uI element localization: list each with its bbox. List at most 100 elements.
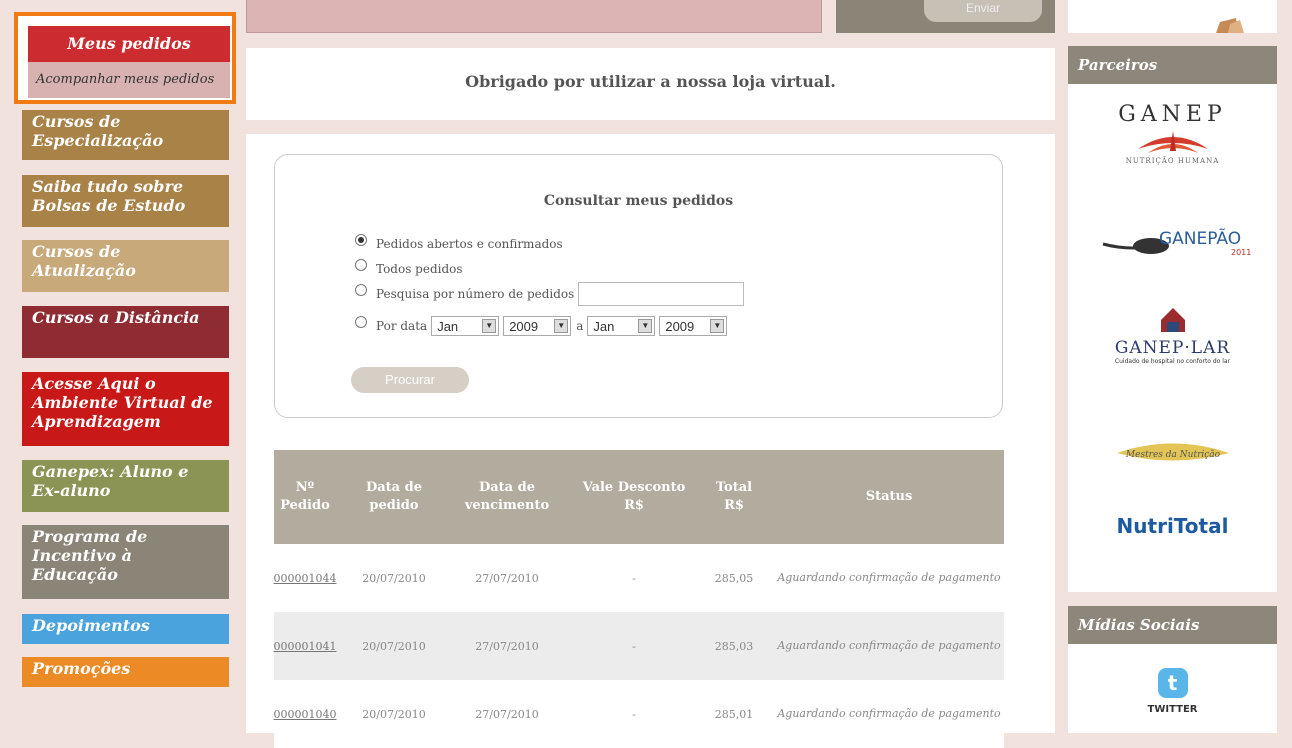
ganeplar-logo[interactable]: GANEP·LAR Cuidado de hospital no confort… bbox=[1068, 304, 1277, 365]
right-top-box bbox=[1068, 0, 1277, 33]
acompanhar-pedidos-link[interactable]: Acompanhar meus pedidos bbox=[28, 62, 230, 98]
nutritotal-logo[interactable]: NutriTotal bbox=[1068, 514, 1277, 538]
sidebar-item-1[interactable]: Saiba tudo sobre Bolsas de Estudo bbox=[22, 175, 229, 227]
sidebar-item-2[interactable]: Cursos de Atualização bbox=[22, 240, 229, 292]
cell-status: Aguardando confirmação de pagamento bbox=[777, 707, 1001, 720]
cell-date: 20/07/2010 bbox=[362, 571, 426, 585]
cell-status: Aguardando confirmação de pagamento bbox=[777, 639, 1001, 652]
partners-heading: Parceiros bbox=[1068, 46, 1277, 84]
option-label: Todos pedidos bbox=[376, 262, 463, 276]
ganeplar-sub: Cuidado de hospital no conforto do lar bbox=[1114, 358, 1231, 365]
to-month-select[interactable]: Jan ▼ bbox=[587, 316, 656, 336]
cell-discount: - bbox=[632, 707, 636, 721]
sidebar-item-8[interactable]: Promoções bbox=[22, 657, 229, 687]
option-label: Por data bbox=[376, 319, 428, 333]
to-year-value: 2009 bbox=[665, 318, 695, 334]
search-panel: Consultar meus pedidos Pedidos abertos e… bbox=[274, 154, 1003, 418]
cell-total: 285,01 bbox=[714, 707, 754, 721]
col-total: Total R$ bbox=[715, 480, 753, 513]
sidebar-item-6[interactable]: Programa de Incentivo à Educação bbox=[22, 525, 229, 599]
top-image-fragment bbox=[1216, 18, 1244, 33]
mestres-logo[interactable]: Mestres da Nutrição bbox=[1068, 438, 1277, 472]
from-month-value: Jan bbox=[437, 318, 459, 334]
sidebar-item-3[interactable]: Cursos a Distância bbox=[22, 306, 229, 358]
col-order-number: Nº Pedido bbox=[280, 480, 330, 513]
cell-total: 285,05 bbox=[714, 571, 754, 585]
cell-due: 27/07/2010 bbox=[475, 571, 539, 585]
table-row: 000001044 20/07/2010 27/07/2010 - 285,05 Agua… bbox=[274, 544, 1004, 612]
twitter-label: TWITTER bbox=[1147, 704, 1198, 715]
chevron-down-icon: ▼ bbox=[638, 319, 653, 333]
option-all-orders[interactable]: Todos pedidos bbox=[355, 258, 463, 280]
ganepao-text: GANEPÃO bbox=[1159, 227, 1241, 249]
col-status: Status bbox=[865, 489, 913, 504]
order-number-link[interactable]: 000001044 bbox=[274, 544, 337, 612]
option-label: Pesquisa por número de pedidos bbox=[376, 287, 575, 301]
col-order-date: Data de pedido bbox=[365, 480, 422, 513]
house-icon bbox=[1160, 308, 1185, 332]
sidebar-item-0[interactable]: Cursos de Especialização bbox=[22, 110, 229, 160]
main-content: Consultar meus pedidos Pedidos abertos e… bbox=[246, 134, 1055, 748]
thanks-box: Obrigado por utilizar a nossa loja virtu… bbox=[246, 48, 1055, 120]
ganep-logo-text: GANEP bbox=[1118, 102, 1227, 127]
col-discount: Vale Desconto R$ bbox=[582, 480, 686, 513]
social-heading: Mídias Sociais bbox=[1068, 606, 1277, 644]
table-row: 000001040 20/07/2010 27/07/2010 - 285,01 Agua… bbox=[274, 680, 1004, 748]
social-panel: Mídias Sociais t TWITTER bbox=[1068, 606, 1277, 733]
ganep-logo[interactable]: GANEP NUTRIÇÃO HUMANA bbox=[1068, 102, 1277, 165]
chevron-down-icon: ▼ bbox=[710, 319, 725, 333]
cell-date: 20/07/2010 bbox=[362, 639, 426, 653]
search-title: Consultar meus pedidos bbox=[543, 193, 734, 209]
from-year-select[interactable]: 2009 ▼ bbox=[503, 316, 572, 336]
ganep-sub: NUTRIÇÃO HUMANA bbox=[1125, 157, 1220, 165]
cell-due: 27/07/2010 bbox=[475, 639, 539, 653]
from-year-value: 2009 bbox=[509, 318, 539, 334]
chevron-down-icon: ▼ bbox=[554, 319, 569, 333]
sidebar-item-4[interactable]: Acesse Aqui o Ambiente Virtual de Aprend… bbox=[22, 372, 229, 446]
table-row: 000001041 20/07/2010 27/07/2010 - 285,03 Agua… bbox=[274, 612, 1004, 680]
cell-date: 20/07/2010 bbox=[362, 707, 426, 721]
cell-total: 285,03 bbox=[714, 639, 754, 653]
order-number-input[interactable] bbox=[578, 282, 745, 306]
from-month-select[interactable]: Jan ▼ bbox=[431, 316, 500, 336]
radio-open-orders[interactable] bbox=[355, 234, 367, 246]
ganeplar-text: GANEP·LAR bbox=[1114, 338, 1231, 358]
option-by-date[interactable]: Por data Jan ▼ 2009 ▼ a Jan ▼ 2009 ▼ bbox=[355, 315, 728, 337]
thanks-message: Obrigado por utilizar a nossa loja virtu… bbox=[465, 72, 836, 91]
sidebar-item-5[interactable]: Ganepex: Aluno e Ex-aluno bbox=[22, 460, 229, 512]
cell-discount: - bbox=[632, 639, 636, 653]
cell-discount: - bbox=[632, 571, 636, 585]
nutritotal-text: NutriTotal bbox=[1116, 514, 1229, 538]
ganepao-spoon-icon: GANEPÃO 2011 bbox=[1102, 227, 1251, 257]
option-open-orders[interactable]: Pedidos abertos e confirmados bbox=[355, 233, 563, 255]
top-pink-bar bbox=[246, 0, 822, 33]
twitter-icon: t bbox=[1157, 668, 1188, 698]
option-by-number[interactable]: Pesquisa por número de pedidos bbox=[355, 282, 745, 306]
radio-all-orders[interactable] bbox=[355, 259, 367, 271]
ganepao-logo[interactable]: GANEPÃO 2011 bbox=[1068, 222, 1277, 266]
order-number-link[interactable]: 000001040 bbox=[274, 680, 337, 748]
to-month-value: Jan bbox=[593, 318, 615, 334]
twitter-link[interactable]: t TWITTER bbox=[1068, 668, 1277, 715]
active-menu-box: Meus pedidos Acompanhar meus pedidos bbox=[14, 12, 236, 104]
table-header: Nº Pedido Data de pedido Data de vencime… bbox=[274, 450, 1004, 544]
option-label: Pedidos abertos e confirmados bbox=[376, 237, 563, 251]
sidebar-item-7[interactable]: Depoimentos bbox=[22, 614, 229, 644]
ganep-flower-icon bbox=[1137, 131, 1208, 153]
date-separator: a bbox=[576, 319, 584, 333]
order-number-link[interactable]: 000001041 bbox=[274, 612, 337, 680]
meus-pedidos-title[interactable]: Meus pedidos bbox=[28, 26, 230, 62]
partners-panel: Parceiros GANEP NUTRIÇÃO HUMANA GANEPÃO … bbox=[1068, 46, 1277, 592]
to-year-select[interactable]: 2009 ▼ bbox=[659, 316, 728, 336]
cell-status: Aguardando confirmação de pagamento bbox=[777, 571, 1001, 584]
send-button[interactable]: Enviar bbox=[924, 0, 1042, 22]
chevron-down-icon: ▼ bbox=[482, 319, 497, 333]
mestres-banner-icon: Mestres da Nutrição bbox=[1116, 443, 1229, 461]
search-button[interactable]: Procurar bbox=[351, 367, 469, 393]
mestres-text: Mestres da Nutrição bbox=[1124, 449, 1220, 460]
ganepao-year: 2011 bbox=[1231, 248, 1251, 257]
cell-due: 27/07/2010 bbox=[475, 707, 539, 721]
radio-by-number[interactable] bbox=[355, 284, 367, 296]
col-due-date: Data de vencimento bbox=[464, 480, 550, 513]
radio-by-date[interactable] bbox=[355, 316, 367, 328]
